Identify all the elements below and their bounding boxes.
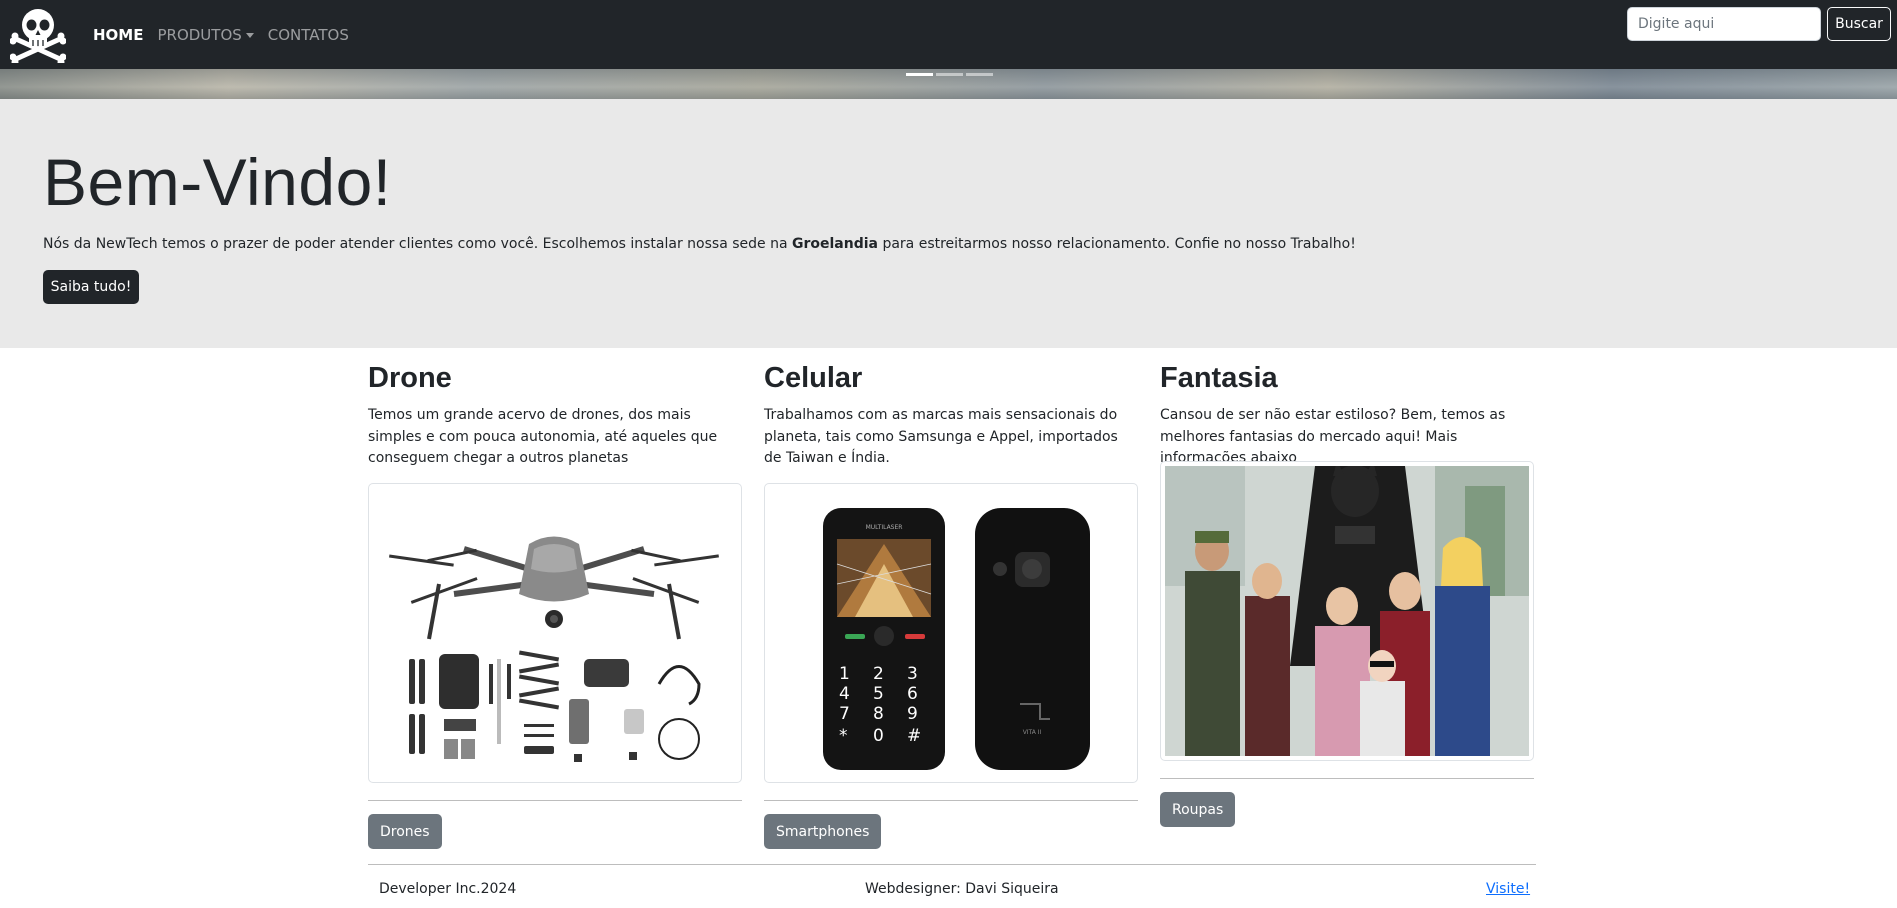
caret-down-icon [245,32,254,38]
svg-text:4: 4 [839,684,850,704]
carousel-indicators [906,73,993,76]
phone-brand-text: MULTILASER [866,524,903,531]
card-divider [1160,778,1534,779]
product-title: Celular [764,362,863,394]
welcome-text-bold: Groelandia [792,236,878,252]
svg-text:7: 7 [839,704,850,724]
smartphones-button[interactable]: Smartphones [764,814,882,849]
navbar: HOME PRODUTOS CONTATOS Buscar [0,0,1897,69]
nav-home[interactable]: HOME [86,26,150,44]
card-divider [368,800,742,801]
phone-image: MULTILASER 123 456 789 * 0 # VITA II [764,483,1138,783]
carousel [0,69,1897,99]
product-description: Cansou de ser não estar estiloso? Bem, t… [1160,407,1506,466]
search-input[interactable] [1627,7,1821,41]
svg-text:#: # [907,726,921,746]
welcome-text-start: Nós da NewTech temos o prazer de poder a… [43,236,792,252]
footer-visit-link[interactable]: Visite! [1486,881,1530,897]
costume-image [1160,461,1534,761]
svg-text:2: 2 [873,664,884,684]
svg-text:9: 9 [907,704,918,724]
svg-text:8: 8 [873,704,884,724]
product-description: Trabalhamos com as marcas mais sensacion… [764,407,1118,466]
footer-divider [368,864,1536,865]
svg-text:*: * [839,726,848,746]
saiba-tudo-button[interactable]: Saiba tudo! [43,270,139,304]
search-button[interactable]: Buscar [1827,7,1891,41]
nav-produtos-label: PRODUTOS [157,25,242,44]
skull-crossbones-icon[interactable] [9,5,67,66]
page-title: Bem-Vindo! [43,145,392,219]
carousel-indicator-3[interactable] [966,73,993,76]
product-title: Drone [368,362,452,394]
footer-copyright: Developer Inc.2024 [379,881,517,897]
nav-links: HOME PRODUTOS CONTATOS [86,0,356,69]
svg-text:3: 3 [907,664,918,684]
nav-produtos-dropdown[interactable]: PRODUTOS [150,26,260,44]
product-description: Temos um grande acervo de drones, dos ma… [368,407,718,466]
welcome-text: Nós da NewTech temos o prazer de poder a… [43,236,1356,252]
svg-text:0: 0 [873,726,884,746]
nav-contatos[interactable]: CONTATOS [261,26,356,44]
card-divider [764,800,1138,801]
phone-model-text: VITA II [1023,729,1042,736]
svg-text:5: 5 [873,684,884,704]
jumbotron: Bem-Vindo! Nós da NewTech temos o prazer… [0,99,1897,348]
carousel-indicator-2[interactable] [936,73,963,76]
roupas-button[interactable]: Roupas [1160,792,1236,827]
footer-credits: Webdesigner: Davi Siqueira [865,881,1059,897]
drones-button[interactable]: Drones [368,814,442,849]
welcome-text-end: para estreitarmos nosso relacionamento. … [878,236,1356,252]
carousel-indicator-1[interactable] [906,73,933,76]
svg-text:1: 1 [839,664,850,684]
drone-image [368,483,742,783]
product-title: Fantasia [1160,362,1278,394]
svg-text:6: 6 [907,684,918,704]
